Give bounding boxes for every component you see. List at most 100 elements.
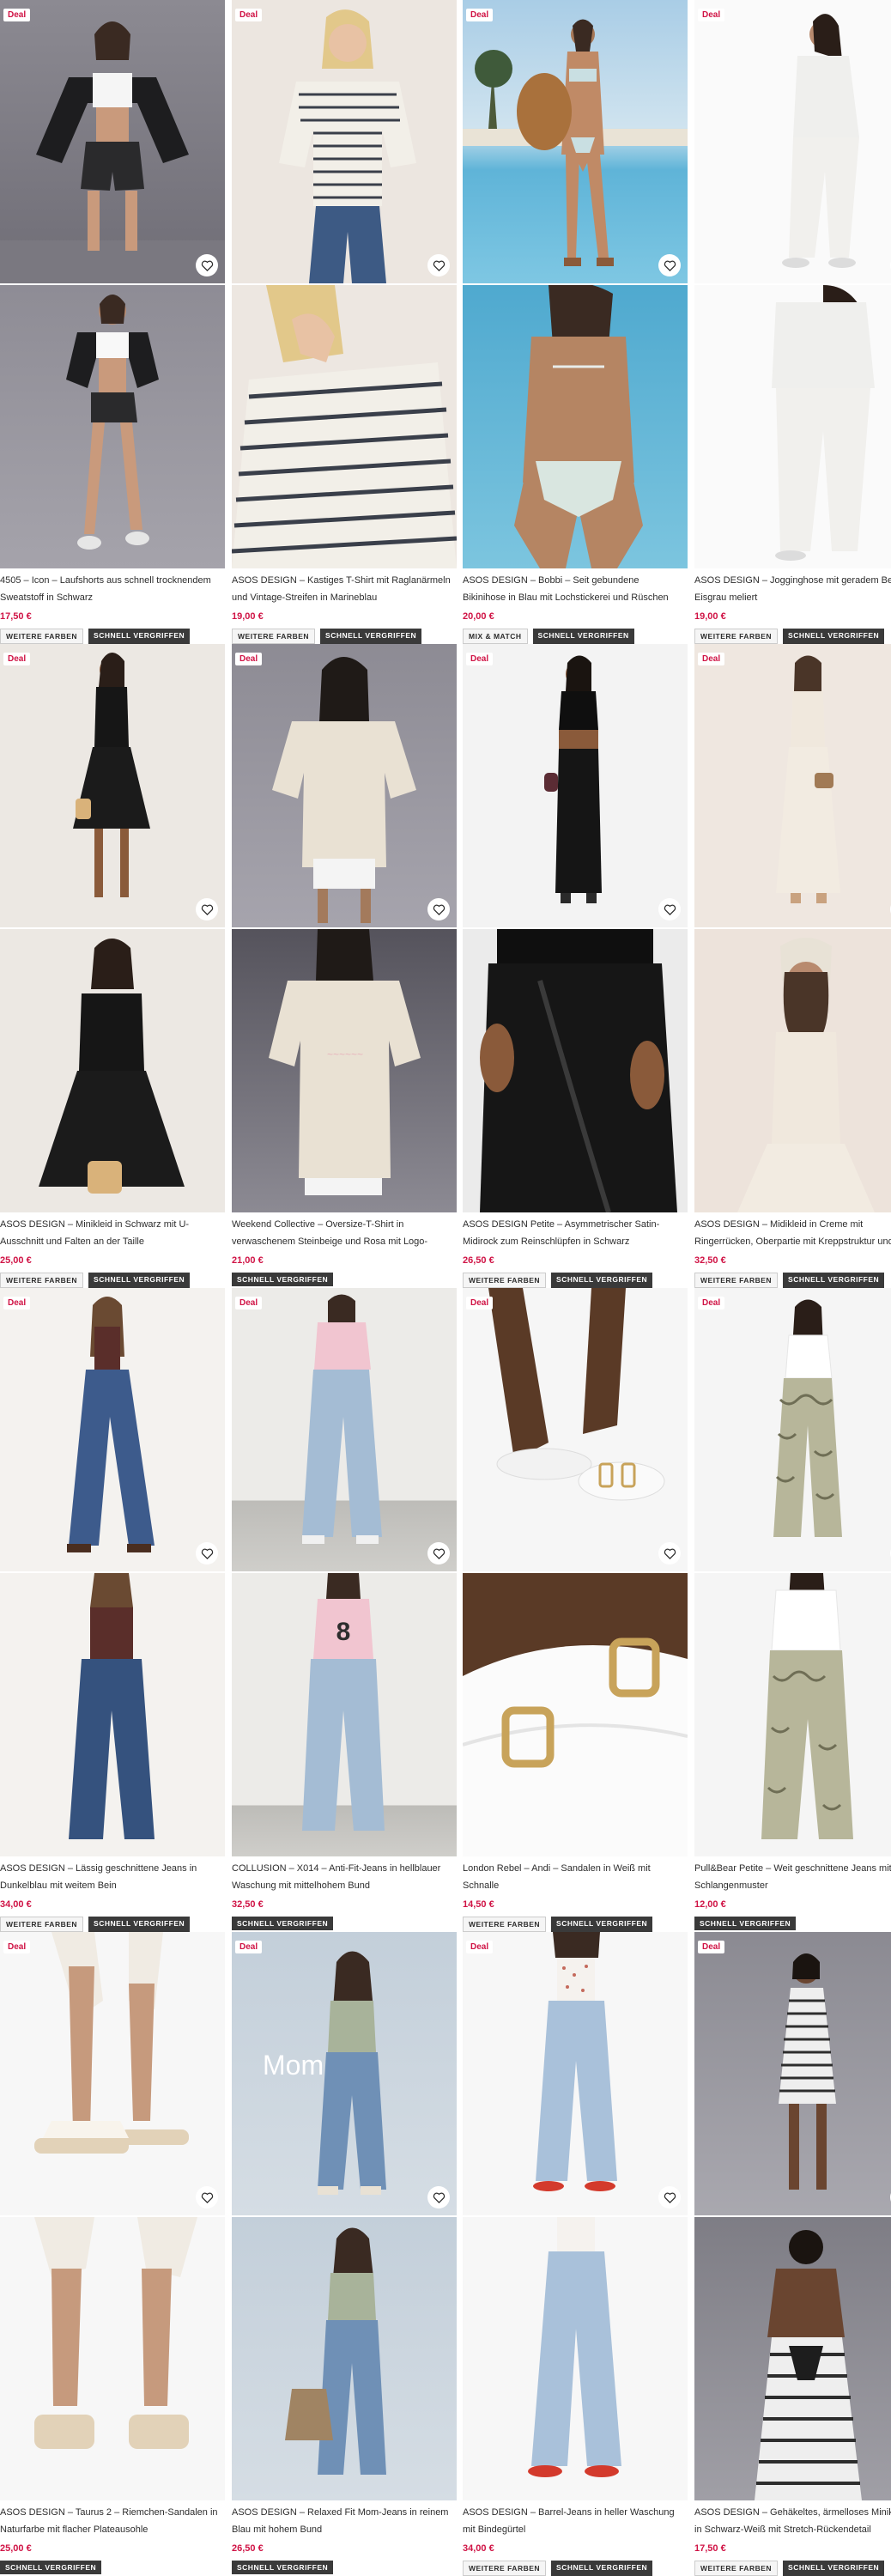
product-title[interactable]: ASOS DESIGN – Kastiges T-Shirt mit Ragla… — [232, 572, 457, 606]
tag-more-colors[interactable]: WEITERE FARBEN — [694, 2561, 779, 2576]
wishlist-button[interactable] — [427, 254, 450, 276]
tag-more-colors[interactable]: WEITERE FARBEN — [0, 1917, 84, 1932]
wishlist-button[interactable] — [658, 2186, 681, 2208]
product-card[interactable]: Deal ASOS DESIGN – Minikleid in Schwarz … — [0, 644, 225, 1288]
product-image-primary[interactable]: Deal — [694, 1932, 891, 2215]
product-photo — [755, 2230, 862, 2500]
product-title[interactable]: Pull&Bear Petite – Weit geschnittene Jea… — [694, 1860, 891, 1894]
wishlist-button[interactable] — [658, 898, 681, 920]
product-image-primary[interactable]: Deal — [0, 644, 225, 927]
wishlist-button[interactable] — [196, 254, 218, 276]
product-title[interactable]: ASOS DESIGN – Jogginghose mit geradem Be… — [694, 572, 891, 606]
product-card[interactable]: Deal ~~~~~~ Weekend Collective – Oversiz… — [232, 644, 457, 1286]
tag-more-colors[interactable]: WEITERE FARBEN — [0, 1273, 84, 1288]
product-image-primary[interactable]: Deal — [463, 1288, 688, 1571]
product-image-secondary[interactable] — [463, 2217, 688, 2500]
product-image-primary[interactable]: Deal — [463, 1932, 688, 2215]
product-title[interactable]: Weekend Collective – Oversize-T-Shirt in… — [232, 1216, 457, 1250]
wishlist-button[interactable] — [658, 1542, 681, 1564]
product-image-secondary[interactable] — [463, 929, 688, 1212]
product-image-secondary[interactable] — [232, 285, 457, 568]
product-title[interactable]: ASOS DESIGN – Gehäkeltes, ärmelloses Min… — [694, 2504, 891, 2538]
product-photo — [285, 2227, 386, 2475]
product-tags: WEITERE FARBEN SCHNELL VERGRIFFEN — [463, 1917, 688, 1932]
product-tags: SCHNELL VERGRIFFEN — [232, 2561, 457, 2574]
product-card[interactable]: Deal ASOS DESIGN – Bobbi – Seit gebunden… — [463, 0, 688, 644]
product-image-secondary[interactable] — [694, 2217, 891, 2500]
product-image-secondary[interactable] — [463, 285, 688, 568]
product-title[interactable]: London Rebel – Andi – Sandalen in Weiß m… — [463, 1860, 688, 1894]
product-card[interactable]: Deal 8 COLLUSION – X014 – Anti-Fit-Jeans… — [232, 1288, 457, 1930]
wishlist-button[interactable] — [196, 2186, 218, 2208]
product-image-primary[interactable]: Mom Deal — [232, 1932, 457, 2215]
product-image-primary[interactable]: Deal — [232, 1288, 457, 1571]
product-image-primary[interactable]: Deal — [232, 0, 457, 283]
product-title[interactable]: ASOS DESIGN Petite – Asymmetrischer Sati… — [463, 1216, 688, 1250]
product-image-primary[interactable]: Deal — [232, 644, 457, 927]
tag-more-colors[interactable]: WEITERE FARBEN — [463, 1917, 547, 1932]
product-image-secondary[interactable] — [0, 929, 225, 1212]
wishlist-button[interactable] — [427, 1542, 450, 1564]
product-card[interactable]: Deal ASOS DESIGN – Jogginghose mit gerad… — [694, 0, 891, 644]
product-card[interactable]: Deal ASOS DESIGN – Kastiges T-Shirt mit … — [232, 0, 457, 644]
product-image-secondary[interactable] — [0, 1573, 225, 1856]
product-image-secondary[interactable] — [694, 1573, 891, 1856]
product-image-primary[interactable]: Deal — [0, 1932, 225, 2215]
product-card[interactable]: Deal ASOS DESIGN – Gehäkeltes, ärmellose… — [694, 1932, 891, 2576]
product-title[interactable]: COLLUSION – X014 – Anti-Fit-Jeans in hel… — [232, 1860, 457, 1894]
tag-more-colors[interactable]: WEITERE FARBEN — [694, 1273, 779, 1288]
product-card[interactable]: Deal ASOS DESIGN Petite – Asymmetrischer… — [463, 644, 688, 1288]
product-image-secondary[interactable] — [0, 2217, 225, 2500]
wishlist-button[interactable] — [658, 254, 681, 276]
product-card[interactable]: Deal ASOS DESIGN – Barrel-Jeans in helle… — [463, 1932, 688, 2576]
product-image-primary[interactable]: Deal — [694, 644, 891, 927]
product-card[interactable]: Deal ASOS DESIGN – Taurus 2 – Riemchen-S… — [0, 1932, 225, 2574]
product-card[interactable]: Deal Pull&Bear Petite – Weit geschnitten… — [694, 1288, 891, 1930]
product-photo — [480, 929, 677, 1212]
heart-icon — [201, 904, 213, 915]
deal-badge: Deal — [466, 9, 494, 21]
tag-more-colors[interactable]: WEITERE FARBEN — [694, 629, 779, 644]
tag-mix-match[interactable]: MIX & MATCH — [463, 629, 528, 644]
wishlist-button[interactable] — [427, 898, 450, 920]
product-title[interactable]: ASOS DESIGN – Bobbi – Seit gebundene Bik… — [463, 572, 688, 606]
product-title[interactable]: ASOS DESIGN – Midikleid in Creme mit Rin… — [694, 1216, 891, 1250]
product-title[interactable]: ASOS DESIGN – Lässig geschnittene Jeans … — [0, 1860, 225, 1894]
product-card[interactable]: Deal 4505 – Icon – Laufshorts aus schnel… — [0, 0, 225, 644]
product-image-secondary[interactable] — [0, 285, 225, 568]
product-image-secondary[interactable] — [694, 285, 891, 568]
product-image-primary[interactable]: Deal — [694, 0, 891, 283]
tag-more-colors[interactable]: WEITERE FARBEN — [463, 2561, 547, 2576]
product-card[interactable]: Deal ASOS DESIGN – Lässig geschnittene J… — [0, 1288, 225, 1932]
product-image-secondary[interactable] — [463, 1573, 688, 1856]
product-image-primary[interactable]: Deal — [0, 0, 225, 283]
product-card[interactable]: Mom Deal ASOS DESIGN – Relaxed Fit Mom-J… — [232, 1932, 457, 2574]
product-image-secondary[interactable]: 8 — [232, 1573, 457, 1856]
product-image-primary[interactable]: Deal — [463, 0, 688, 283]
product-photo — [39, 939, 185, 1194]
product-image-primary[interactable]: Deal — [0, 1288, 225, 1571]
product-price: 19,00 € — [232, 611, 264, 622]
product-tags: WEITERE FARBEN SCHNELL VERGRIFFEN — [0, 629, 225, 644]
wishlist-button[interactable] — [427, 2186, 450, 2208]
tag-more-colors[interactable]: WEITERE FARBEN — [0, 629, 84, 644]
product-title[interactable]: 4505 – Icon – Laufshorts aus schnell tro… — [0, 572, 225, 606]
tag-more-colors[interactable]: WEITERE FARBEN — [463, 1273, 547, 1288]
product-image-secondary[interactable] — [694, 929, 891, 1212]
product-card[interactable]: Deal London Rebel – Andi – Sandalen in W… — [463, 1288, 688, 1932]
product-price: 32,50 € — [694, 1255, 726, 1266]
product-image-secondary[interactable] — [232, 2217, 457, 2500]
wishlist-button[interactable] — [196, 898, 218, 920]
tag-more-colors[interactable]: WEITERE FARBEN — [232, 629, 316, 644]
product-card[interactable]: Deal ASOS DESIGN – Midikleid in Creme mi… — [694, 644, 891, 1288]
wishlist-button[interactable] — [196, 1542, 218, 1564]
product-image-secondary[interactable]: ~~~~~~ — [232, 929, 457, 1212]
product-image-primary[interactable]: Deal — [694, 1288, 891, 1571]
product-title[interactable]: ASOS DESIGN – Minikleid in Schwarz mit U… — [0, 1216, 225, 1250]
product-title[interactable]: ASOS DESIGN – Taurus 2 – Riemchen-Sandal… — [0, 2504, 225, 2538]
product-title[interactable]: ASOS DESIGN – Relaxed Fit Mom-Jeans in r… — [232, 2504, 457, 2538]
product-image-primary[interactable]: Deal — [463, 644, 688, 927]
deal-badge: Deal — [698, 9, 725, 21]
product-title[interactable]: ASOS DESIGN – Barrel-Jeans in heller Was… — [463, 2504, 688, 2538]
tag-quick-buy: SCHNELL VERGRIFFEN — [551, 1273, 653, 1288]
